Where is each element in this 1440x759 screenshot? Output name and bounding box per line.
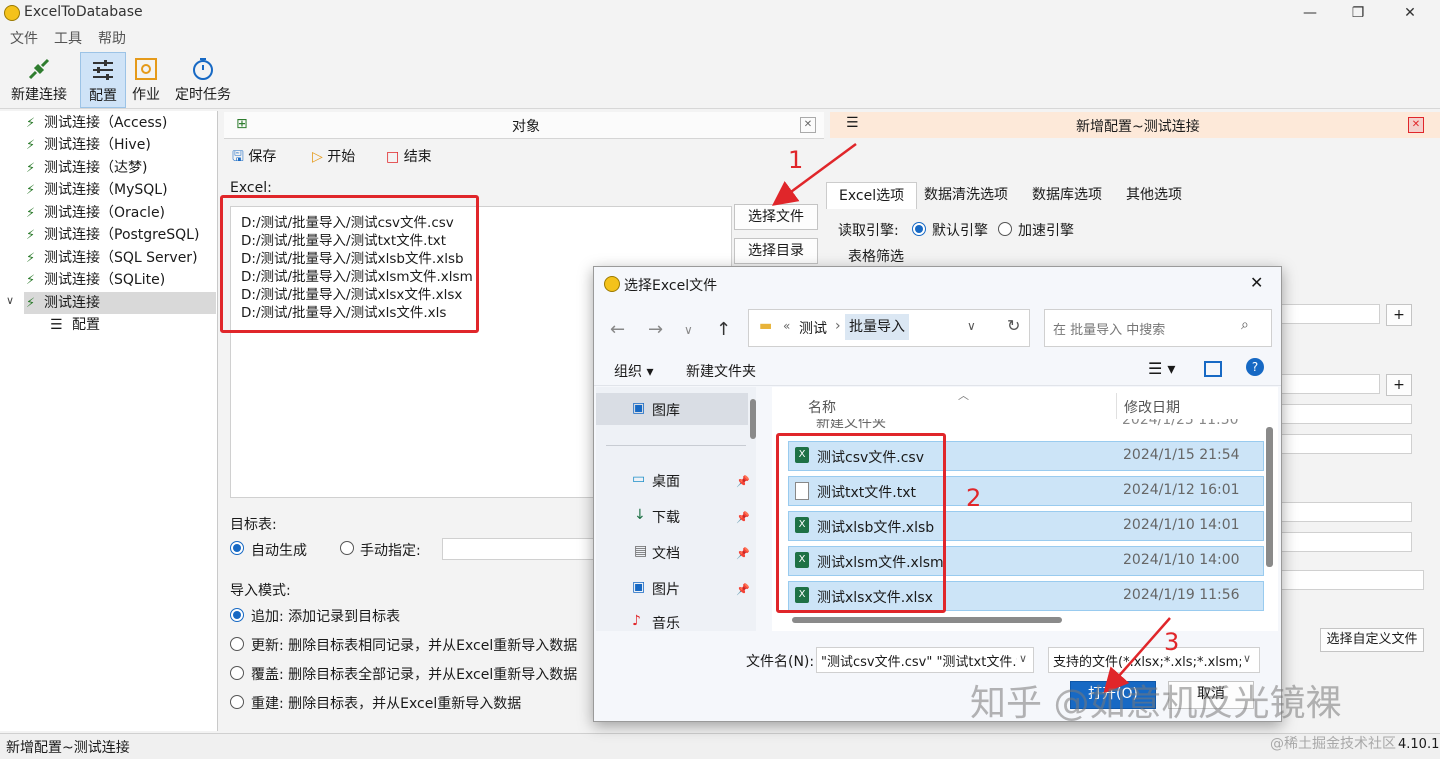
annotation-arrows — [771, 142, 1171, 694]
watermark-text: 知乎 @如意机反光镜裸 — [970, 683, 1342, 724]
annotation-arrow-1 — [771, 142, 857, 206]
watermark-sub: @稀土掘金技术社区 — [1270, 736, 1396, 752]
